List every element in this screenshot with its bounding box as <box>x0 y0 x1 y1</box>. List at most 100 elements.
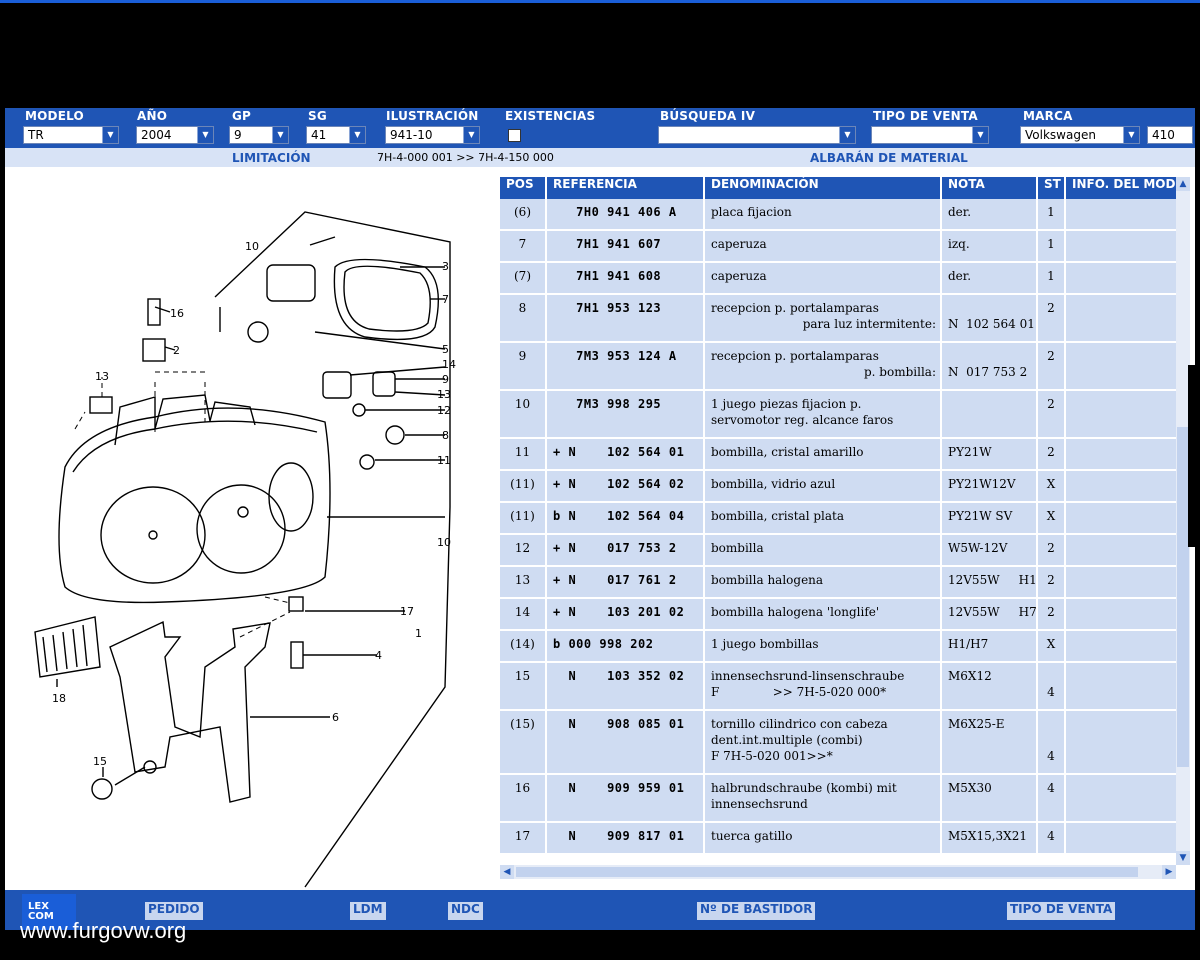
cell-info <box>1066 231 1180 261</box>
cell-referencia: N 909 959 01 <box>547 775 705 821</box>
callout-14: 14 <box>442 358 456 371</box>
cell-denominacion: innensechsrund-linsenschraube F >> 7H-5-0… <box>705 663 942 709</box>
scroll-up-icon[interactable]: ▲ <box>1176 177 1190 191</box>
cell-pos: 12 <box>500 535 547 565</box>
cell-denominacion: tornillo cilindrico con cabeza dent.int.m… <box>705 711 942 773</box>
table-row[interactable]: (14) b 000 998 202 1 juego bombillas H1/H7 X <box>500 631 1180 663</box>
chevron-down-icon: ▼ <box>463 127 479 143</box>
tipo-venta-select[interactable]: ▼ <box>871 126 989 144</box>
table-row[interactable]: (15) N 908 085 01 tornillo cilindrico con… <box>500 711 1180 775</box>
cell-st: 4 <box>1038 663 1066 709</box>
chevron-down-icon: ▼ <box>197 127 213 143</box>
cell-denominacion: recepcion p. portalamparas para luz inter… <box>705 295 942 341</box>
cell-st: 4 <box>1038 823 1066 853</box>
table-row[interactable]: (11) + N 102 564 02 bombilla, vidrio azul P… <box>500 471 1180 503</box>
col-info[interactable]: INFO. DEL MODELO <box>1066 177 1180 199</box>
cell-referencia: 7M3 998 295 <box>547 391 705 437</box>
table-row[interactable]: (6) 7H0 941 406 Aplaca fijacion der. 1 <box>500 199 1180 231</box>
cell-info <box>1066 295 1180 341</box>
scroll-down-icon[interactable]: ▼ <box>1176 851 1190 865</box>
callout-18: 18 <box>52 692 66 705</box>
cell-referencia: + N 102 564 01 <box>547 439 705 469</box>
cell-info <box>1066 535 1180 565</box>
cell-nota: der. <box>942 263 1038 293</box>
cell-denominacion: bombilla, vidrio azul <box>705 471 942 501</box>
cell-denominacion: tuerca gatillo <box>705 823 942 853</box>
table-row[interactable]: (7) 7H1 941 608 caperuza der. 1 <box>500 263 1180 295</box>
cell-nota: M6X12 <box>942 663 1038 709</box>
table-row[interactable]: 17 N 909 817 01 tuerca gatillo M5X15,3X21 4 <box>500 823 1180 855</box>
busqueda-select[interactable]: ▼ <box>658 126 856 144</box>
table-row[interactable]: 12 + N 017 753 2 bombilla W5W-12V 2 <box>500 535 1180 567</box>
cell-nota: PY21W12V <box>942 471 1038 501</box>
table-row[interactable]: 10 7M3 998 295 1 juego piezas fijacion p.… <box>500 391 1180 439</box>
scroll-left-icon[interactable]: ◀ <box>500 865 514 879</box>
col-referencia[interactable]: REFERENCIA <box>547 177 705 199</box>
bastidor-button[interactable]: Nº DE BASTIDOR <box>697 902 816 920</box>
cell-info <box>1066 567 1180 597</box>
albaran-link[interactable]: ALBARÁN DE MATERIAL <box>810 151 968 165</box>
cell-referencia: + N 102 564 02 <box>547 471 705 501</box>
cell-pos: 10 <box>500 391 547 437</box>
cell-pos: 16 <box>500 775 547 821</box>
table-row[interactable]: 11 + N 102 564 01 bombilla, cristal amaril… <box>500 439 1180 471</box>
cell-pos: 17 <box>500 823 547 853</box>
table-row[interactable]: 15 N 103 352 02 innensechsrund-linsenschr… <box>500 663 1180 711</box>
table-row[interactable]: 9 7M3 953 124 Arecepcion p. portalampara… <box>500 343 1180 391</box>
cell-info <box>1066 343 1180 389</box>
table-row[interactable]: 14 + N 103 201 02 bombilla halogena 'longl… <box>500 599 1180 631</box>
cell-st: 2 <box>1038 567 1066 597</box>
cell-referencia: b 000 998 202 <box>547 631 705 661</box>
existencias-checkbox[interactable] <box>508 129 521 142</box>
parts-table: POS REFERENCIA DENOMINACIÓN NOTA ST INFO… <box>500 177 1180 877</box>
sg-select[interactable]: 41 ▼ <box>306 126 366 144</box>
marca-code-field[interactable]: 410 <box>1147 126 1193 144</box>
ilustracion-select[interactable]: 941-10 ▼ <box>385 126 480 144</box>
col-denominacion[interactable]: DENOMINACIÓN <box>705 177 942 199</box>
modelo-label: MODELO <box>25 109 84 123</box>
cell-info <box>1066 663 1180 709</box>
cell-st: 2 <box>1038 391 1066 437</box>
table-row[interactable]: 7 7H1 941 607 caperuza izq. 1 <box>500 231 1180 263</box>
hscroll-thumb[interactable] <box>516 867 1138 877</box>
col-pos[interactable]: POS <box>500 177 547 199</box>
callout-13-left: 13 <box>95 370 109 383</box>
cell-st: 2 <box>1038 599 1066 629</box>
anio-select[interactable]: 2004 ▼ <box>136 126 214 144</box>
col-st[interactable]: ST <box>1038 177 1066 199</box>
callout-13-right: 13 <box>437 388 451 401</box>
callout-6: 6 <box>332 711 339 724</box>
table-body: (6) 7H0 941 406 Aplaca fijacion der. 1 7 7H… <box>500 199 1180 855</box>
marca-select[interactable]: Volkswagen ▼ <box>1020 126 1140 144</box>
cell-info <box>1066 823 1180 853</box>
marca-label: MARCA <box>1023 109 1073 123</box>
scroll-right-icon[interactable]: ▶ <box>1162 865 1176 879</box>
cell-st: 2 <box>1038 295 1066 341</box>
col-nota[interactable]: NOTA <box>942 177 1038 199</box>
cell-referencia: + N 017 761 2 <box>547 567 705 597</box>
cell-denominacion: caperuza <box>705 263 942 293</box>
cell-pos: 13 <box>500 567 547 597</box>
cell-nota: N 102 564 01 <box>942 295 1038 341</box>
table-row[interactable]: 8 7H1 953 123 recepcion p. portalamparas p… <box>500 295 1180 343</box>
table-row[interactable]: 16 N 909 959 01 halbrundschraube (kombi) … <box>500 775 1180 823</box>
tipo-venta-button[interactable]: TIPO DE VENTA <box>1007 902 1116 920</box>
cell-referencia: N 909 817 01 <box>547 823 705 853</box>
callout-16: 16 <box>170 307 184 320</box>
modelo-select[interactable]: TR ▼ <box>23 126 119 144</box>
cell-nota: 12V55W H1 <box>942 567 1038 597</box>
cell-denominacion: 1 juego piezas fijacion p. servomotor reg… <box>705 391 942 437</box>
ldm-button[interactable]: LDM <box>350 902 386 920</box>
callout-8: 8 <box>442 429 449 442</box>
gp-select[interactable]: 9 ▼ <box>229 126 289 144</box>
cell-referencia: 7H1 941 608 <box>547 263 705 293</box>
table-row[interactable]: (11) b N 102 564 04 bombilla, cristal plat… <box>500 503 1180 535</box>
cell-denominacion: caperuza <box>705 231 942 261</box>
callout-7: 7 <box>442 293 449 306</box>
headlight-exploded-diagram: 10 3 7 16 2 5 14 9 13 13 12 8 11 10 17 1… <box>34 211 456 888</box>
ndc-button[interactable]: NDC <box>448 902 483 920</box>
cell-pos: 15 <box>500 663 547 709</box>
horizontal-scrollbar[interactable]: ◀ ▶ <box>500 865 1176 879</box>
table-row[interactable]: 13 + N 017 761 2 bombilla halogena 12V55W H… <box>500 567 1180 599</box>
cell-denominacion: bombilla halogena 'longlife' <box>705 599 942 629</box>
